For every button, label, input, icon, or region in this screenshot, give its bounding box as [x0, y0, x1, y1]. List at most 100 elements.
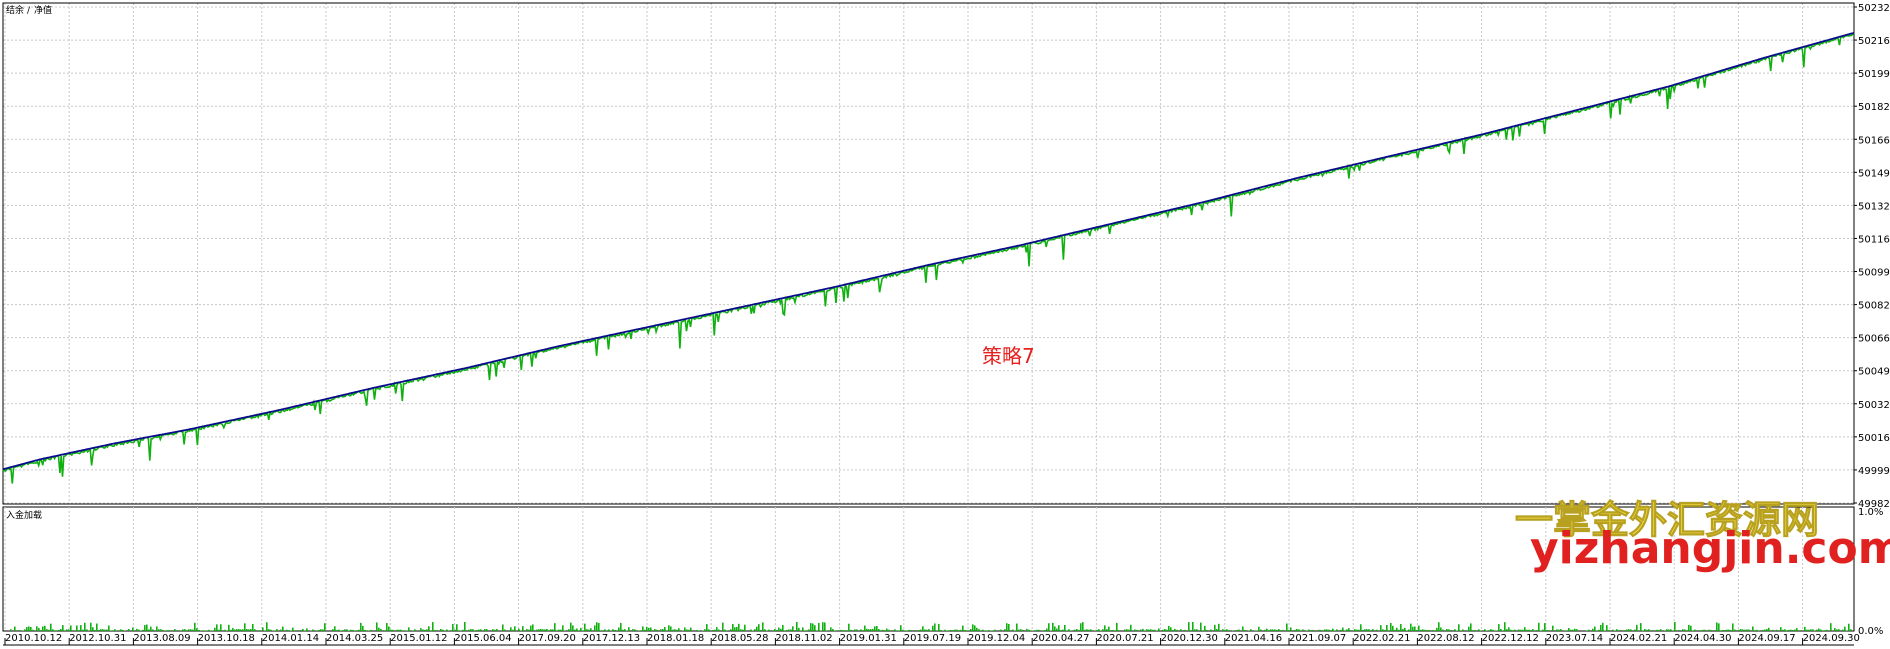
load-bar: [1576, 629, 1578, 631]
load-bar: [10, 629, 12, 631]
load-bar: [936, 630, 938, 631]
load-bar: [1154, 629, 1156, 631]
load-bar: [1312, 629, 1314, 631]
load-bar: [270, 629, 272, 631]
load-bar: [116, 630, 118, 631]
load-bar: [76, 625, 78, 631]
load-bar: [1272, 629, 1274, 631]
load-bar: [560, 629, 562, 631]
load-bar: [628, 627, 630, 631]
load-bar: [1414, 626, 1416, 631]
load-bar: [1734, 629, 1736, 631]
load-bar: [644, 629, 646, 631]
load-bar: [1472, 630, 1474, 631]
load-bar: [1412, 626, 1414, 631]
load-bar: [220, 624, 222, 631]
load-bar: [1102, 629, 1104, 631]
y-tick-label: 50166: [1858, 135, 1890, 146]
x-tick-label: 2020.12.30: [1161, 633, 1218, 644]
load-bar: [950, 629, 952, 631]
load-bar: [888, 629, 890, 631]
load-bar: [136, 628, 138, 631]
load-bar: [1438, 622, 1440, 631]
load-bar: [546, 629, 548, 631]
load-bar: [1062, 629, 1064, 631]
load-bar: [1330, 630, 1332, 631]
load-bar: [872, 628, 874, 631]
load-bar: [606, 630, 608, 631]
load-bar: [64, 630, 66, 631]
load-bar: [594, 625, 596, 631]
load-bar: [926, 629, 928, 631]
load-bar: [766, 630, 768, 631]
load-bar: [1238, 629, 1240, 631]
load-bar: [86, 629, 88, 631]
load-bar: [1628, 629, 1630, 631]
load-bar: [1500, 629, 1502, 631]
load-bar: [1348, 628, 1350, 631]
load-bar: [50, 623, 52, 631]
load-bar: [920, 629, 922, 631]
load-bar: [44, 625, 46, 631]
lower-y-tick-bottom: 0.0%: [1858, 626, 1883, 637]
x-tick-label: 2024.09.30: [1803, 633, 1860, 644]
load-bar: [556, 630, 558, 631]
load-bar: [1226, 629, 1228, 631]
load-bar: [62, 625, 64, 631]
load-bar: [1694, 629, 1696, 631]
load-bar: [258, 630, 260, 631]
load-bar: [156, 626, 158, 631]
x-tick-label: 2019.12.04: [968, 633, 1025, 644]
load-bar: [102, 629, 104, 631]
load-bar: [1344, 630, 1346, 631]
load-bar: [1224, 629, 1226, 631]
load-bar: [128, 629, 130, 631]
load-bar: [1218, 623, 1220, 631]
load-bar: [1520, 629, 1522, 631]
load-bar: [904, 630, 906, 631]
load-bar: [1130, 624, 1132, 631]
load-bar: [1148, 629, 1150, 631]
y-tick-label: 50182: [1858, 102, 1890, 113]
load-bar: [1834, 628, 1836, 631]
load-bar: [1404, 627, 1406, 631]
load-bar: [970, 629, 972, 631]
load-bar: [1096, 630, 1098, 631]
load-bar: [1480, 630, 1482, 631]
load-bar: [1382, 629, 1384, 631]
load-bar: [862, 630, 864, 631]
load-bar: [966, 630, 968, 631]
load-bar: [392, 629, 394, 631]
load-bar: [1816, 629, 1818, 631]
load-bar: [1162, 629, 1164, 631]
load-bar: [286, 629, 288, 631]
load-bar: [268, 629, 270, 631]
load-bar: [750, 629, 752, 631]
load-bar: [620, 622, 622, 631]
load-bar: [1460, 630, 1462, 631]
load-bar: [200, 630, 202, 631]
load-bar: [624, 629, 626, 631]
load-bar: [894, 629, 896, 631]
load-bar: [1722, 629, 1724, 631]
load-bar: [542, 629, 544, 631]
load-bar: [1644, 629, 1646, 631]
load-bar: [384, 630, 386, 631]
load-bar: [622, 629, 624, 631]
load-bar: [656, 629, 658, 631]
load-bar: [1674, 622, 1676, 631]
load-bar: [982, 629, 984, 631]
load-bar: [1758, 630, 1760, 631]
load-bar: [618, 627, 620, 631]
load-bar: [1754, 630, 1756, 631]
load-bar: [302, 629, 304, 631]
load-bar: [442, 629, 444, 631]
load-bar: [1742, 629, 1744, 631]
load-bar: [408, 627, 410, 631]
load-bar: [152, 629, 154, 631]
load-bar: [1442, 629, 1444, 631]
load-bar: [436, 630, 438, 631]
x-tick-label: 2019.07.19: [904, 633, 961, 644]
load-bar: [1796, 628, 1798, 631]
load-bar: [1812, 629, 1814, 631]
